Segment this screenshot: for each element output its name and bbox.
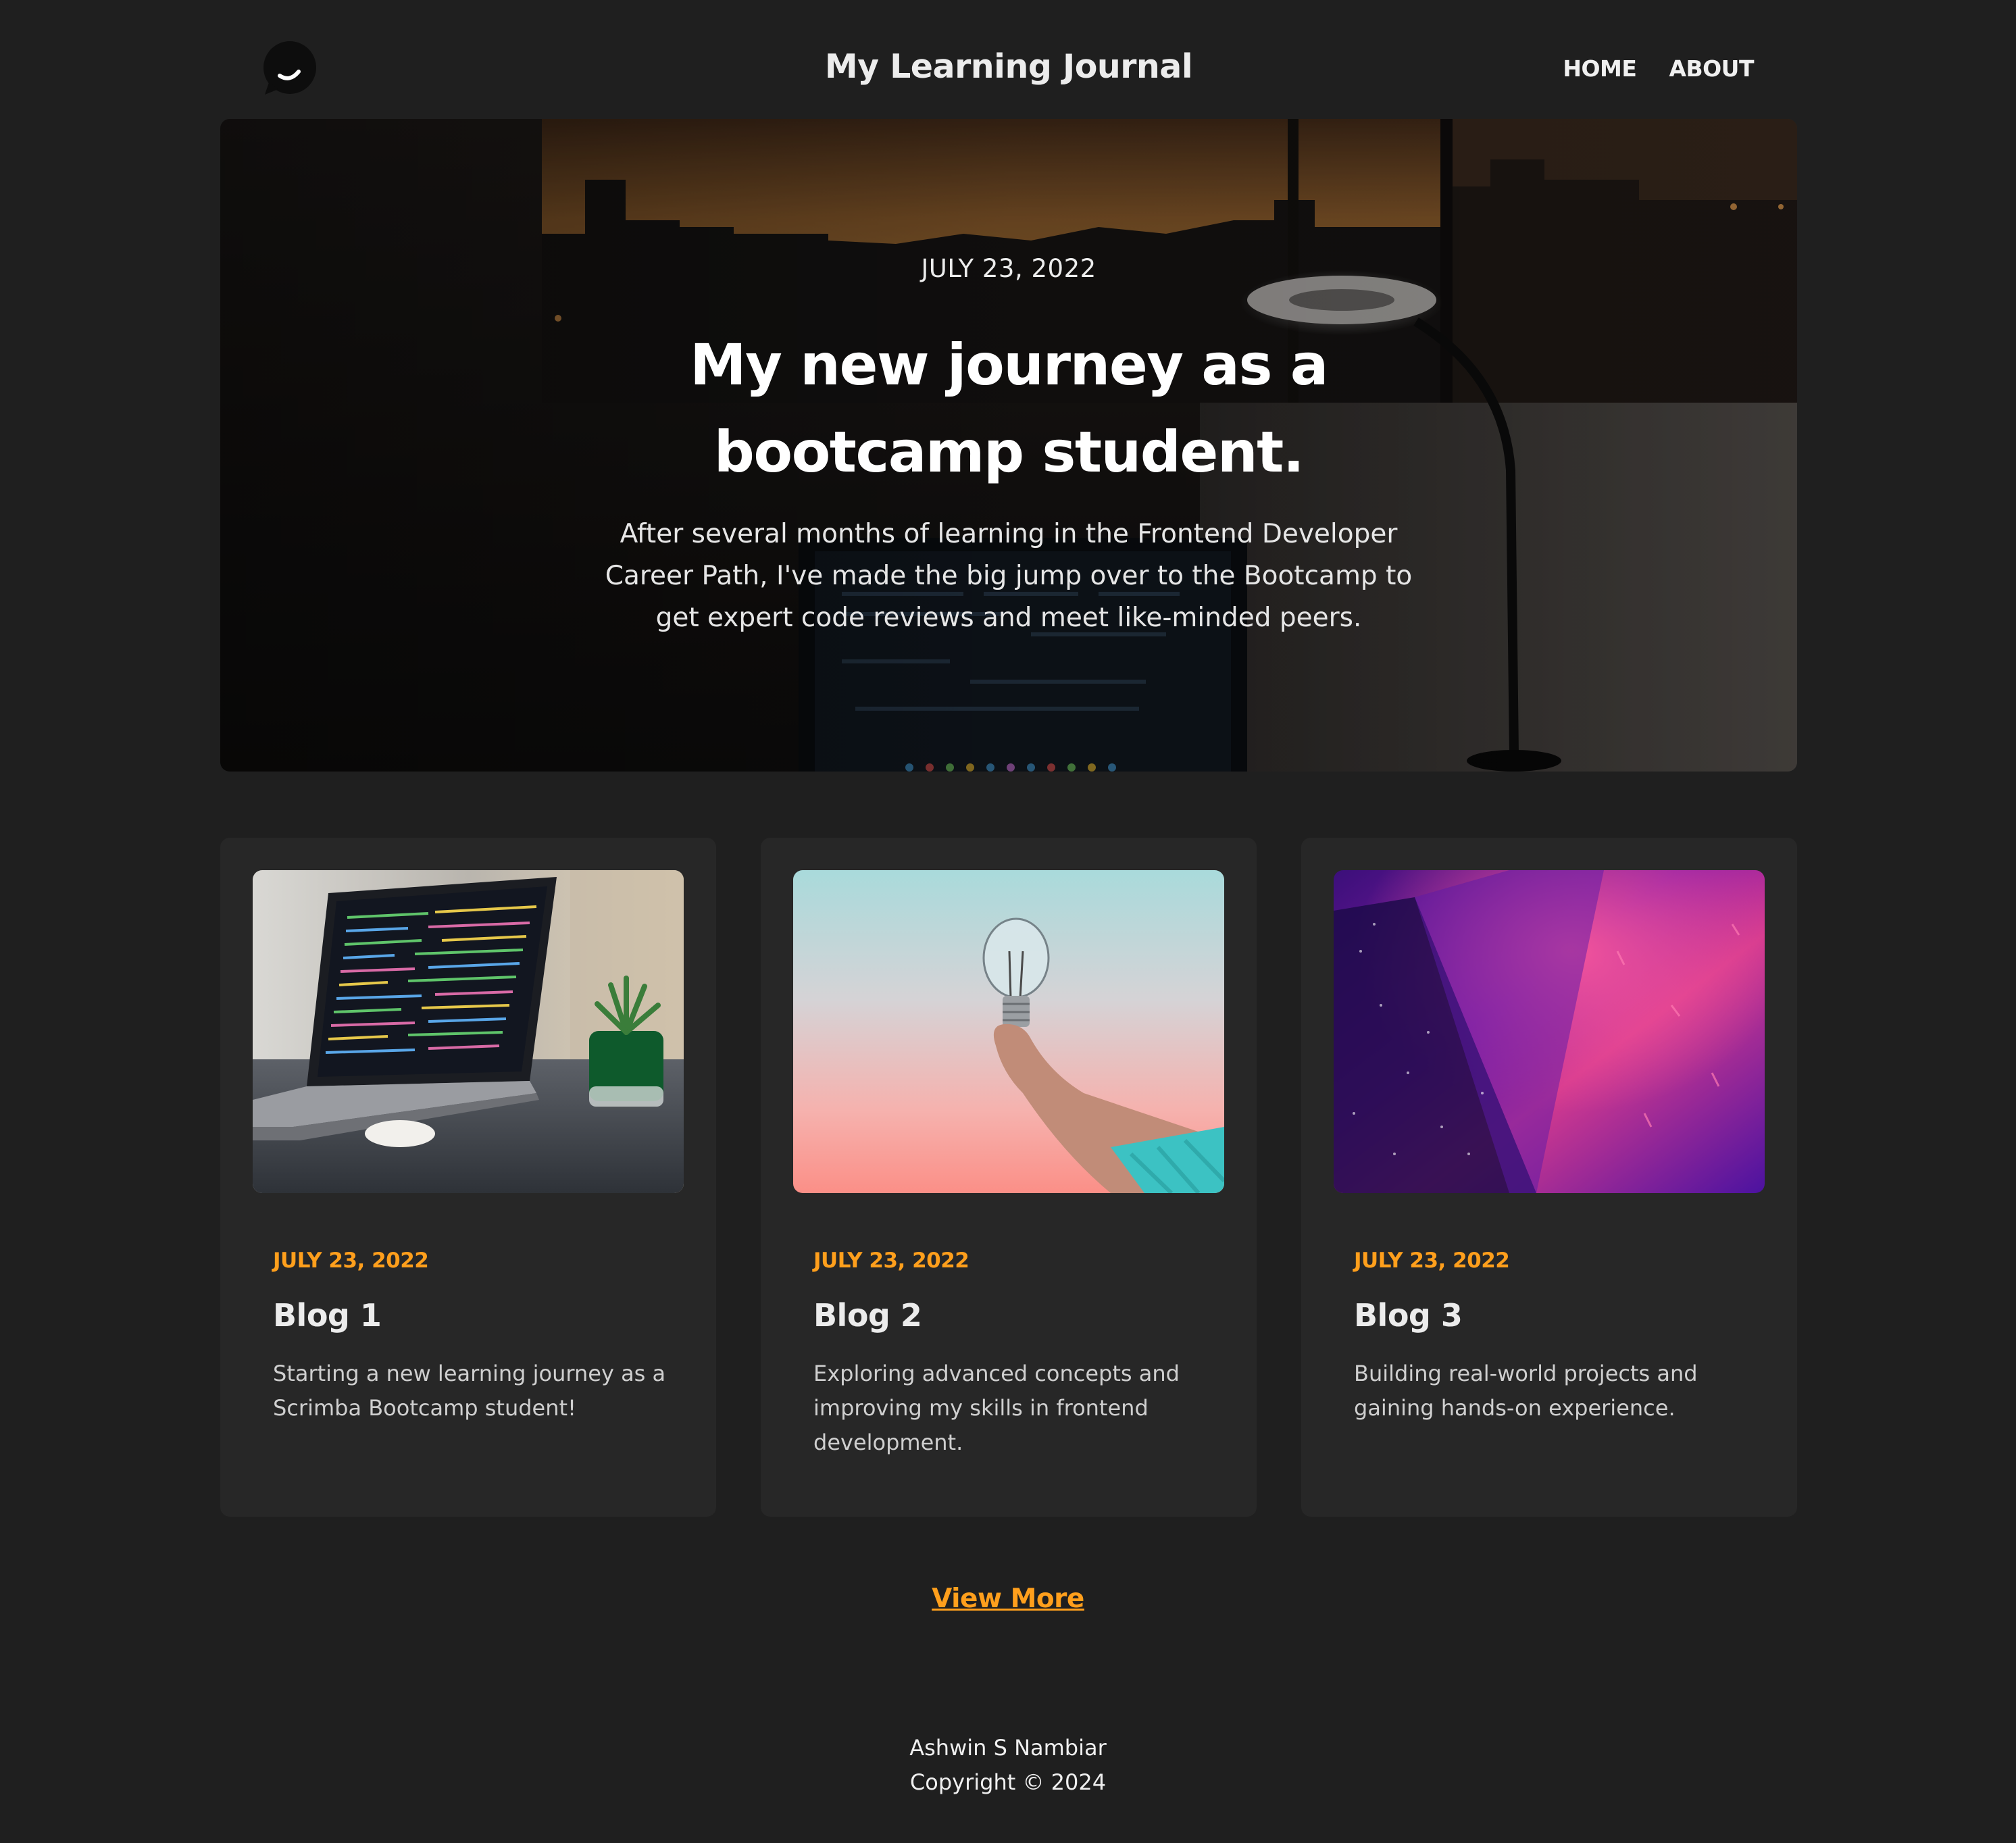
nav-home-link[interactable]: HOME [1563, 55, 1637, 82]
blog-post-excerpt: Starting a new learning journey as a Scr… [273, 1361, 666, 1421]
page: My Learning Journal HOME ABOUT JULY 23, … [0, 0, 2016, 1843]
site-footer: Ashwin S Nambiar Copyright © 2024 [0, 1731, 2016, 1800]
hero-title-line2: bootcamp student. [713, 419, 1305, 485]
main-nav: HOME ABOUT [1563, 55, 1754, 82]
blog-post-title[interactable]: Blog 1 [273, 1297, 382, 1334]
blog-post-excerpt: Exploring advanced concepts and improvin… [813, 1361, 1180, 1455]
blog-post-title[interactable]: Blog 3 [1354, 1297, 1463, 1334]
logo-icon[interactable] [262, 41, 318, 96]
site-header: My Learning Journal HOME ABOUT [220, 0, 1797, 119]
hero-title: My new journey as a bootcamp student. [671, 322, 1346, 496]
footer-author: Ashwin S Nambiar [909, 1735, 1107, 1761]
view-more-container: View More [0, 1584, 2016, 1614]
site-title: My Learning Journal [824, 47, 1193, 86]
hero-section[interactable]: JULY 23, 2022 My new journey as a bootca… [220, 119, 1797, 772]
blog-post-image[interactable] [253, 870, 684, 1193]
blog-post-card[interactable]: JULY 23, 2022 Blog 2 Exploring advanced … [761, 838, 1257, 1517]
hero-excerpt: After several months of learning in the … [605, 519, 1413, 633]
blog-post-card[interactable]: JULY 23, 2022 Blog 1 Starting a new lear… [220, 838, 716, 1517]
blog-post-excerpt: Building real-world projects and gaining… [1354, 1361, 1698, 1421]
blog-post-date: JULY 23, 2022 [1354, 1248, 1510, 1273]
hero-title-line1: My new journey as a [690, 332, 1328, 398]
hero-date: JULY 23, 2022 [921, 254, 1097, 283]
blog-post-list: JULY 23, 2022 Blog 1 Starting a new lear… [220, 838, 1797, 1517]
nav-about-link[interactable]: ABOUT [1669, 55, 1754, 82]
footer-copyright: Copyright © 2024 [909, 1769, 1107, 1795]
blog-post-date: JULY 23, 2022 [813, 1248, 969, 1273]
view-more-link[interactable]: View More [932, 1584, 1084, 1614]
blog-post-image[interactable] [1334, 870, 1765, 1193]
blog-post-image[interactable] [793, 870, 1224, 1193]
blog-post-card[interactable]: JULY 23, 2022 Blog 3 Building real-world… [1301, 838, 1797, 1517]
blog-post-date: JULY 23, 2022 [273, 1248, 429, 1273]
blog-post-title[interactable]: Blog 2 [813, 1297, 922, 1334]
